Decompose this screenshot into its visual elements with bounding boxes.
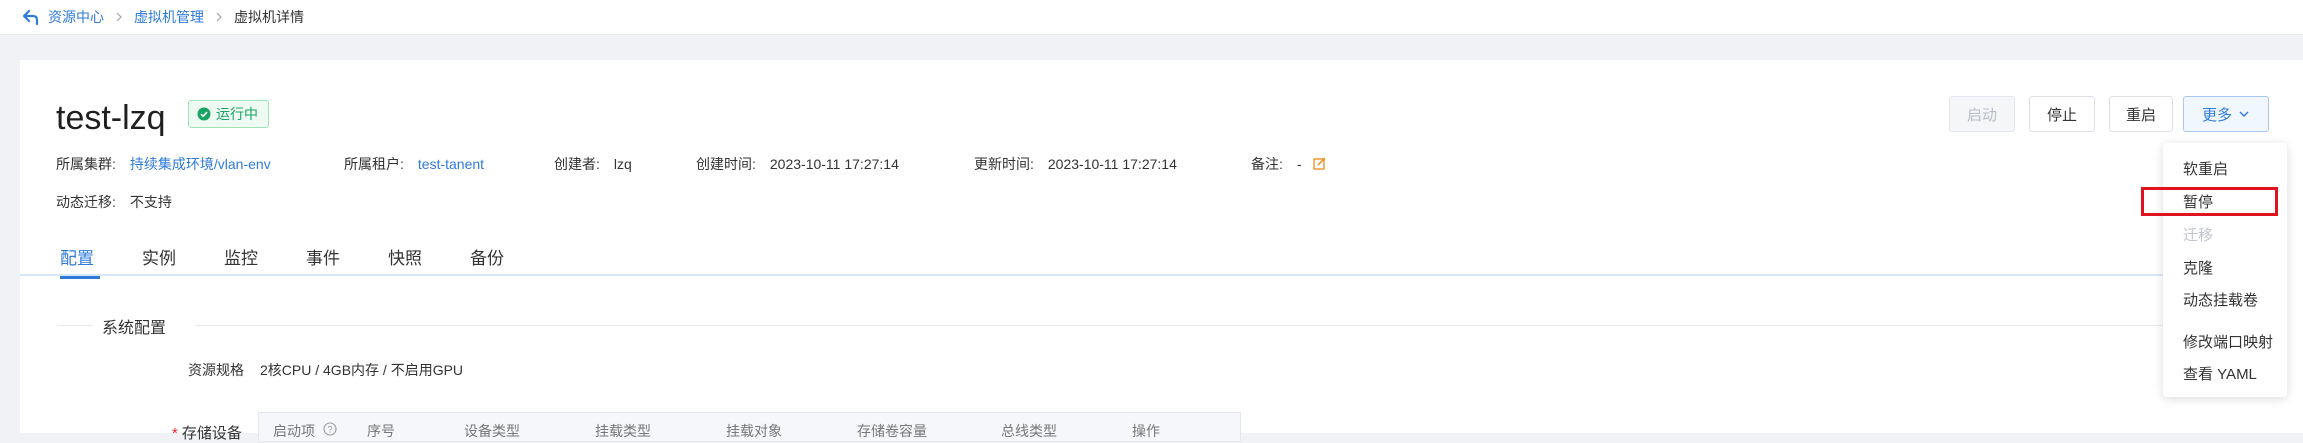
tab-instances[interactable]: 实例 xyxy=(142,244,176,269)
cluster-label: 所属集群: xyxy=(56,156,116,172)
col-boot-item: 启动项 xyxy=(273,423,315,439)
menu-view-yaml[interactable]: 查看 YAML xyxy=(2183,363,2257,384)
col-device-type: 设备类型 xyxy=(464,423,520,439)
meta-updated-time: 更新时间: 2023-10-11 17:27:14 xyxy=(974,154,1177,174)
tab-snapshots[interactable]: 快照 xyxy=(388,244,422,269)
stop-button[interactable]: 停止 xyxy=(2029,96,2095,132)
tab-bar: 配置 实例 监控 事件 快照 备份 xyxy=(20,244,2196,276)
col-index: 序号 xyxy=(367,423,395,439)
tenant-link[interactable]: test-tanent xyxy=(418,156,484,172)
storage-table-header: 启动项 ? 序号 设备类型 挂载类型 挂载对象 存储卷容量 总线类型 操作 xyxy=(258,412,1241,442)
vm-detail-card: test-lzq 运行中 启动 停止 重启 更多 所属集群: 持续集成环境/vla… xyxy=(20,60,2303,442)
required-marker: * xyxy=(172,425,178,442)
start-button[interactable]: 启动 xyxy=(1949,96,2015,132)
note-label: 备注: xyxy=(1251,156,1283,172)
col-bus-type: 总线类型 xyxy=(1001,423,1057,439)
chevron-down-icon xyxy=(2239,111,2249,117)
creator-value: lzq xyxy=(613,156,632,172)
check-circle-icon xyxy=(197,107,211,121)
active-tab-indicator xyxy=(60,276,100,279)
help-icon[interactable]: ? xyxy=(323,422,337,436)
vm-name: test-lzq xyxy=(56,99,166,137)
created-label: 创建时间: xyxy=(696,156,756,172)
migration-value: 不支持 xyxy=(129,194,172,210)
created-value: 2023-10-11 17:27:14 xyxy=(769,156,899,172)
highlight-box xyxy=(2141,187,2278,216)
meta-migration: 动态迁移: 不支持 xyxy=(56,192,172,212)
col-operation: 操作 xyxy=(1132,423,1160,439)
tab-events[interactable]: 事件 xyxy=(306,244,340,269)
chevron-right-icon xyxy=(116,12,122,22)
tab-monitoring[interactable]: 监控 xyxy=(224,244,258,269)
menu-clone[interactable]: 克隆 xyxy=(2183,257,2213,278)
spec-value: 2核CPU / 4GB内存 / 不启用GPU xyxy=(260,362,464,378)
cluster-link[interactable]: 持续集成环境/vlan-env xyxy=(130,156,271,172)
tab-backups[interactable]: 备份 xyxy=(470,244,504,269)
updated-value: 2023-10-11 17:27:14 xyxy=(1047,156,1177,172)
divider xyxy=(196,325,2196,326)
breadcrumb-current: 虚拟机详情 xyxy=(234,9,304,25)
top-bar: 资源中心 虚拟机管理 虚拟机详情 xyxy=(0,0,2303,35)
svg-text:?: ? xyxy=(327,425,332,435)
menu-soft-restart[interactable]: 软重启 xyxy=(2183,158,2228,179)
spec-label: 资源规格 xyxy=(188,362,244,378)
menu-edit-port-mapping[interactable]: 修改端口映射 xyxy=(2183,331,2273,352)
chevron-right-icon xyxy=(216,12,222,22)
meta-cluster: 所属集群: 持续集成环境/vlan-env xyxy=(56,154,271,174)
divider xyxy=(58,325,92,326)
note-value: - xyxy=(1296,156,1302,172)
creator-label: 创建者: xyxy=(554,156,600,172)
restart-button[interactable]: 重启 xyxy=(2109,96,2173,132)
tenant-label: 所属租户: xyxy=(344,156,404,172)
edit-icon[interactable] xyxy=(1313,157,1327,171)
breadcrumb: 资源中心 虚拟机管理 虚拟机详情 xyxy=(22,7,304,27)
menu-migrate: 迁移 xyxy=(2183,227,2214,244)
meta-creator: 创建者: lzq xyxy=(554,154,632,174)
meta-created-time: 创建时间: 2023-10-11 17:27:14 xyxy=(696,154,899,174)
menu-hot-mount-volume[interactable]: 动态挂载卷 xyxy=(2183,289,2258,310)
storage-label-text: 存储设备 xyxy=(181,425,242,442)
col-mount-target: 挂载对象 xyxy=(726,423,782,439)
meta-tenant: 所属租户: test-tanent xyxy=(344,154,484,174)
col-mount-type: 挂载类型 xyxy=(595,423,651,439)
back-arrow-icon[interactable] xyxy=(22,8,40,26)
more-dropdown-menu: 软重启 暂停 迁移 克隆 动态挂载卷 修改端口映射 查看 YAML xyxy=(2163,143,2287,397)
status-text: 运行中 xyxy=(216,106,258,122)
section-title-system-config: 系统配置 xyxy=(102,320,167,337)
breadcrumb-vm-management[interactable]: 虚拟机管理 xyxy=(134,7,204,27)
status-badge: 运行中 xyxy=(188,100,269,128)
updated-label: 更新时间: xyxy=(974,156,1034,172)
more-label: 更多 xyxy=(2201,106,2232,124)
col-volume-capacity: 存储卷容量 xyxy=(857,423,927,439)
tab-config[interactable]: 配置 xyxy=(60,244,94,269)
meta-note: 备注: - xyxy=(1251,154,1327,174)
migration-label: 动态迁移: xyxy=(56,194,116,210)
more-button[interactable]: 更多 xyxy=(2183,96,2269,132)
breadcrumb-resource-center[interactable]: 资源中心 xyxy=(48,7,104,27)
